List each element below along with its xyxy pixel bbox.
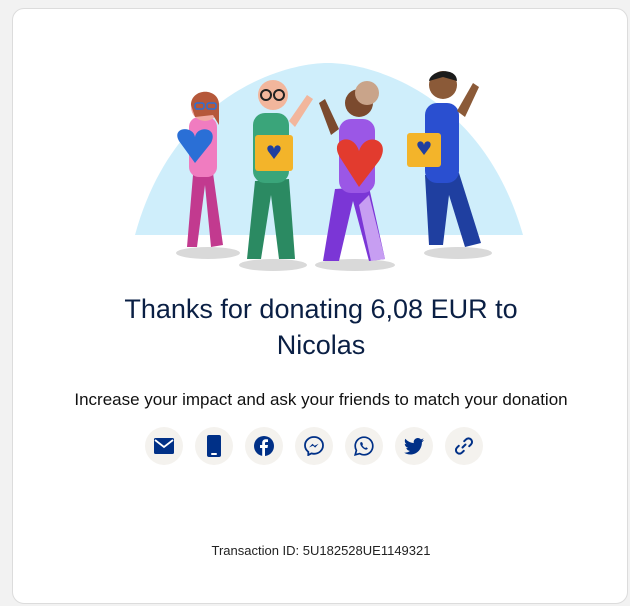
donation-confirmation-card: Thanks for donating 6,08 EUR to Nicolas …	[12, 8, 628, 604]
share-sms-button[interactable]	[195, 427, 233, 465]
email-icon	[154, 438, 174, 454]
sms-icon	[207, 435, 221, 457]
share-twitter-button[interactable]	[395, 427, 433, 465]
thanks-line-2: Nicolas	[276, 330, 366, 360]
share-buttons	[145, 427, 483, 465]
donation-friends-illustration	[135, 63, 523, 271]
twitter-icon	[404, 437, 424, 454]
share-whatsapp-button[interactable]	[345, 427, 383, 465]
copy-link-button[interactable]	[445, 427, 483, 465]
whatsapp-icon	[354, 436, 374, 456]
share-facebook-button[interactable]	[245, 427, 283, 465]
share-prompt: Increase your impact and ask your friend…	[74, 390, 568, 409]
transaction-id: Transaction ID: 5U182528UE1149321	[211, 543, 431, 558]
messenger-icon	[304, 436, 324, 456]
thanks-heading: Thanks for donating 6,08 EUR to Nicolas	[13, 291, 629, 363]
share-messenger-button[interactable]	[295, 427, 333, 465]
facebook-icon	[254, 436, 274, 456]
link-icon	[454, 437, 474, 455]
thanks-line-1: Thanks for donating 6,08 EUR to	[124, 294, 518, 324]
share-email-button[interactable]	[145, 427, 183, 465]
